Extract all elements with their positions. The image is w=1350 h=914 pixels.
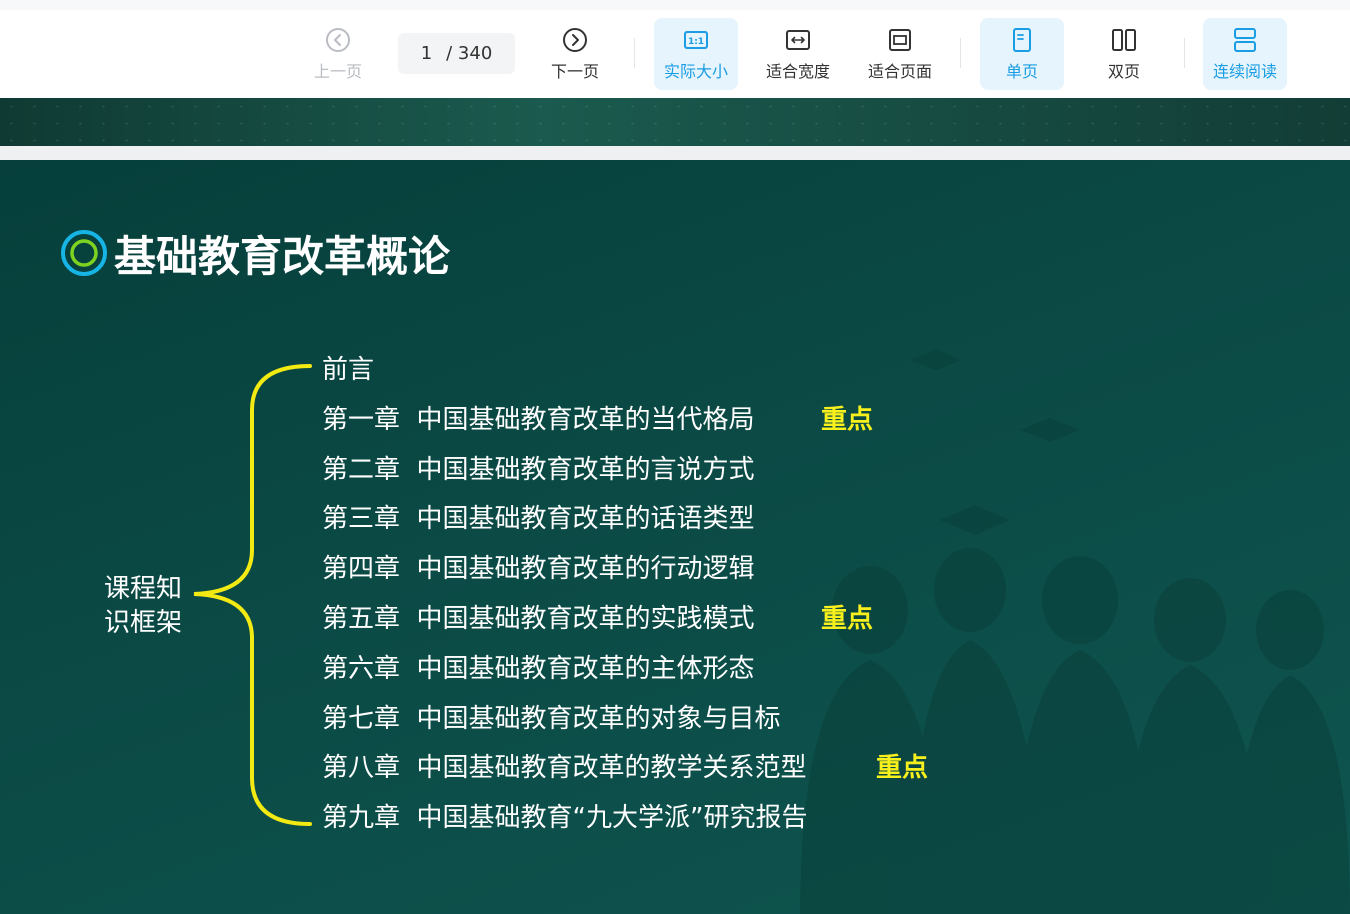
chapter-item: 第二章 中国基础教育改革的言说方式: [322, 455, 755, 485]
curly-brace-connector: [193, 364, 312, 826]
toolbar-divider: [634, 38, 635, 68]
chevron-left-circle-icon: [326, 28, 350, 52]
single-page-label: 单页: [1005, 62, 1038, 81]
actual-size-icon-text: 1:1: [688, 37, 704, 47]
fit-width-icon: [786, 30, 810, 50]
chapter-item: 第一章 中国基础教育改革的当代格局: [322, 405, 755, 435]
toolbar-divider: [960, 38, 961, 68]
root-label-line2: 识框架: [104, 608, 183, 638]
slide-title: 基础教育改革概论: [60, 226, 450, 281]
fit-page-label: 适合页面: [867, 62, 932, 81]
next-page-label: 下一页: [550, 62, 599, 81]
toolbar-top-strip: [0, 0, 1350, 10]
toolbar-divider: [1184, 38, 1185, 68]
chapter-item: 第八章 中国基础教育改革的教学关系范型: [322, 753, 807, 783]
prev-page-label: 上一页: [313, 62, 362, 81]
slide-title-text: 基础教育改革概论: [114, 231, 451, 281]
chevron-right-circle-icon: [563, 28, 587, 52]
total-pages: / 340: [446, 43, 493, 64]
chapter-item: 第九章 中国基础教育“九大学派”研究报告: [322, 803, 808, 833]
chapter-item: 前言: [322, 355, 375, 385]
reader-toolbar: 上一页 1 / 340 下一页 1:1 实际大小 适合宽度 适合页面 单页 双页…: [0, 0, 1350, 98]
fit-width-button[interactable]: 适合宽度: [756, 18, 840, 90]
continuous-reading-label: 连续阅读: [1212, 62, 1277, 81]
fit-page-button[interactable]: 适合页面: [858, 18, 942, 90]
single-page-icon: [1013, 28, 1031, 52]
actual-size-button[interactable]: 1:1 实际大小: [654, 18, 738, 90]
page-indicator[interactable]: 1 / 340: [398, 33, 515, 74]
chapter-item: 第五章 中国基础教育改革的实践模式: [322, 604, 755, 634]
page-gap: [0, 146, 1350, 160]
chapter-item: 第六章 中国基础教育改革的主体形态: [322, 654, 755, 684]
mindmap-root-label: 课程知 识框架: [104, 572, 194, 640]
continuous-reading-icon: [1234, 28, 1256, 52]
previous-page-bottom: [0, 98, 1350, 146]
chapter-item: 第七章 中国基础教育改革的对象与目标: [322, 704, 781, 734]
root-label-line1: 课程知: [104, 574, 183, 604]
double-page-label: 双页: [1107, 62, 1140, 81]
chapter-item: 第四章 中国基础教育改革的行动逻辑: [322, 554, 755, 584]
fit-page-icon: [889, 29, 911, 51]
key-point-tag: 重点: [876, 753, 929, 783]
continuous-reading-button[interactable]: 连续阅读: [1203, 18, 1287, 90]
single-page-button[interactable]: 单页: [980, 18, 1064, 90]
actual-size-icon: 1:1: [684, 31, 708, 49]
double-page-button[interactable]: 双页: [1082, 18, 1166, 90]
chapter-item: 第三章 中国基础教育改革的话语类型: [322, 504, 755, 534]
key-point-tag: 重点: [821, 405, 874, 435]
key-point-tag: 重点: [821, 604, 874, 634]
next-page-button[interactable]: 下一页: [537, 18, 613, 90]
double-page-icon: [1112, 29, 1136, 51]
actual-size-label: 实际大小: [663, 62, 728, 81]
fit-width-label: 适合宽度: [765, 62, 830, 81]
prev-page-button[interactable]: 上一页: [300, 18, 376, 90]
document-page: 基础教育改革概论 课程知 识框架 前言 第一章 中国基础教育改革的当代格局 重点 第二…: [0, 160, 1350, 914]
double-circle-bullet-icon: [61, 230, 107, 276]
current-page-input[interactable]: 1: [421, 43, 432, 64]
